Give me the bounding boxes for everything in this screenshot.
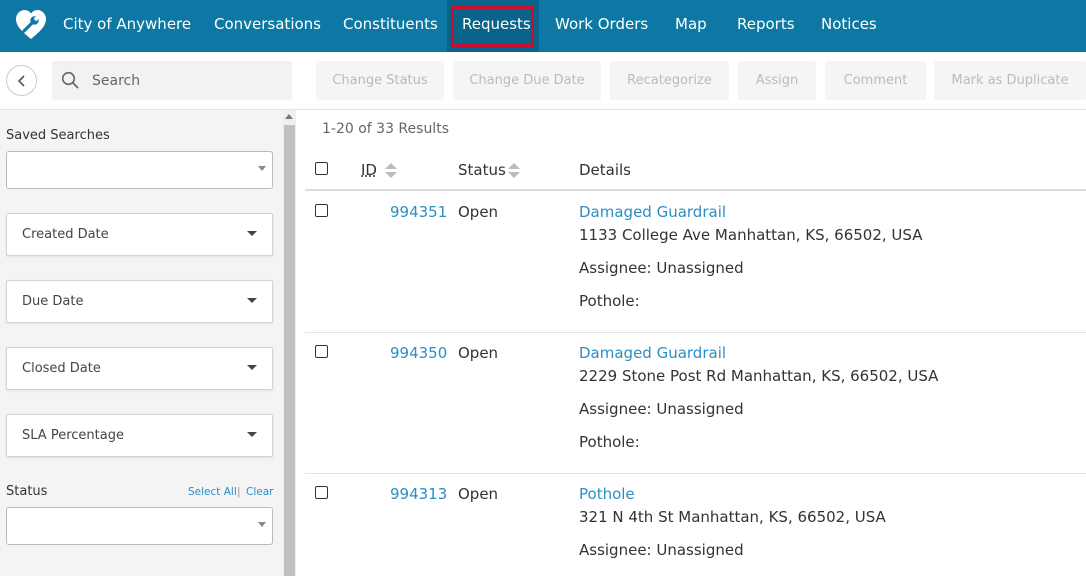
recategorize-button[interactable]: Recategorize [610,61,729,100]
request-status: Open [458,485,499,503]
request-id-link[interactable]: 994313 [390,485,447,503]
search-input[interactable] [92,69,282,92]
request-address: 2229 Stone Post Rd Manhattan, KS, 66502,… [579,367,939,385]
request-status: Open [458,344,499,362]
sla-percentage-label: SLA Percentage [22,428,124,443]
request-id-link[interactable]: 994350 [390,344,447,362]
id-sort-icon[interactable] [385,163,399,179]
request-title-link[interactable]: Damaged Guardrail [579,203,726,221]
id-column-header[interactable]: ID [361,161,377,179]
search-box[interactable] [52,61,292,100]
caret-down-icon [247,432,257,437]
request-title-link[interactable]: Damaged Guardrail [579,344,726,362]
status-filter-label: Status [6,484,48,499]
heart-wrench-logo-icon[interactable] [14,8,48,42]
app-title[interactable]: City of Anywhere [63,15,191,33]
caret-down-icon [247,365,257,370]
request-assignee: Assignee: Unassigned [579,400,744,418]
status-sort-icon[interactable] [508,163,522,179]
created-date-filter[interactable]: Created Date [6,213,273,256]
request-title-link[interactable]: Pothole [579,485,635,503]
caret-down-icon [247,231,257,236]
status-column-header[interactable]: Status [458,161,506,179]
due-date-label: Due Date [22,294,84,309]
saved-searches-dropdown[interactable] [6,151,273,189]
results-summary: 1-20 of 33 Results [322,121,449,137]
nav-constituents[interactable]: Constituents [343,15,438,33]
table-row[interactable]: 994351 Open Damaged Guardrail 1133 Colle… [305,192,1086,333]
closed-date-label: Closed Date [22,361,101,376]
top-navigation-bar: City of Anywhere Conversations Constitue… [0,0,1086,52]
row-checkbox[interactable] [315,345,328,358]
change-due-date-button[interactable]: Change Due Date [453,61,601,100]
assign-button[interactable]: Assign [738,61,816,100]
request-assignee: Assignee: Unassigned [579,541,744,559]
search-icon [61,71,79,89]
request-address: 1133 College Ave Manhattan, KS, 66502, U… [579,226,923,244]
nav-reports[interactable]: Reports [737,15,795,33]
back-button[interactable] [6,65,37,96]
toolbar: Change Status Change Due Date Recategori… [0,52,1086,110]
requests-highlight-box [451,6,534,47]
caret-down-icon [258,166,266,171]
request-status: Open [458,203,499,221]
due-date-filter[interactable]: Due Date [6,280,273,323]
table-row[interactable]: 994313 Open Pothole 321 N 4th St Manhatt… [305,474,1086,576]
request-pothole-field: Pothole: [579,433,640,451]
status-dropdown[interactable] [6,507,273,545]
closed-date-filter[interactable]: Closed Date [6,347,273,390]
created-date-label: Created Date [22,227,109,242]
comment-button[interactable]: Comment [825,61,926,100]
nav-notices[interactable]: Notices [821,15,877,33]
scrollbar-thumb[interactable] [284,125,295,576]
scroll-up-arrow-icon[interactable] [285,114,293,119]
nav-conversations[interactable]: Conversations [214,15,321,33]
nav-work-orders[interactable]: Work Orders [555,15,648,33]
request-pothole-field: Pothole: [579,292,640,310]
row-checkbox[interactable] [315,204,328,217]
status-clear-link[interactable]: Clear [246,486,273,498]
row-checkbox[interactable] [315,486,328,499]
mark-as-duplicate-button[interactable]: Mark as Duplicate [934,61,1086,100]
nav-map[interactable]: Map [675,15,707,33]
request-address: 321 N 4th St Manhattan, KS, 66502, USA [579,508,886,526]
caret-down-icon [247,298,257,303]
table-row[interactable]: 994350 Open Damaged Guardrail 2229 Stone… [305,333,1086,474]
link-separator: | [237,486,241,498]
filter-sidebar: Saved Searches Created Date Due Date Clo… [0,110,283,576]
change-status-button[interactable]: Change Status [316,61,444,100]
details-column-header: Details [579,161,632,179]
status-select-all-link[interactable]: Select All [188,486,237,498]
select-all-checkbox[interactable] [315,162,328,175]
sidebar-scrollbar[interactable] [283,110,296,576]
saved-searches-label: Saved Searches [6,128,110,143]
chevron-left-icon [17,74,25,87]
caret-down-icon [258,522,266,527]
sla-percentage-filter[interactable]: SLA Percentage [6,414,273,457]
request-id-link[interactable]: 994351 [390,203,447,221]
table-header: ID Status Details [305,150,1086,191]
request-assignee: Assignee: Unassigned [579,259,744,277]
